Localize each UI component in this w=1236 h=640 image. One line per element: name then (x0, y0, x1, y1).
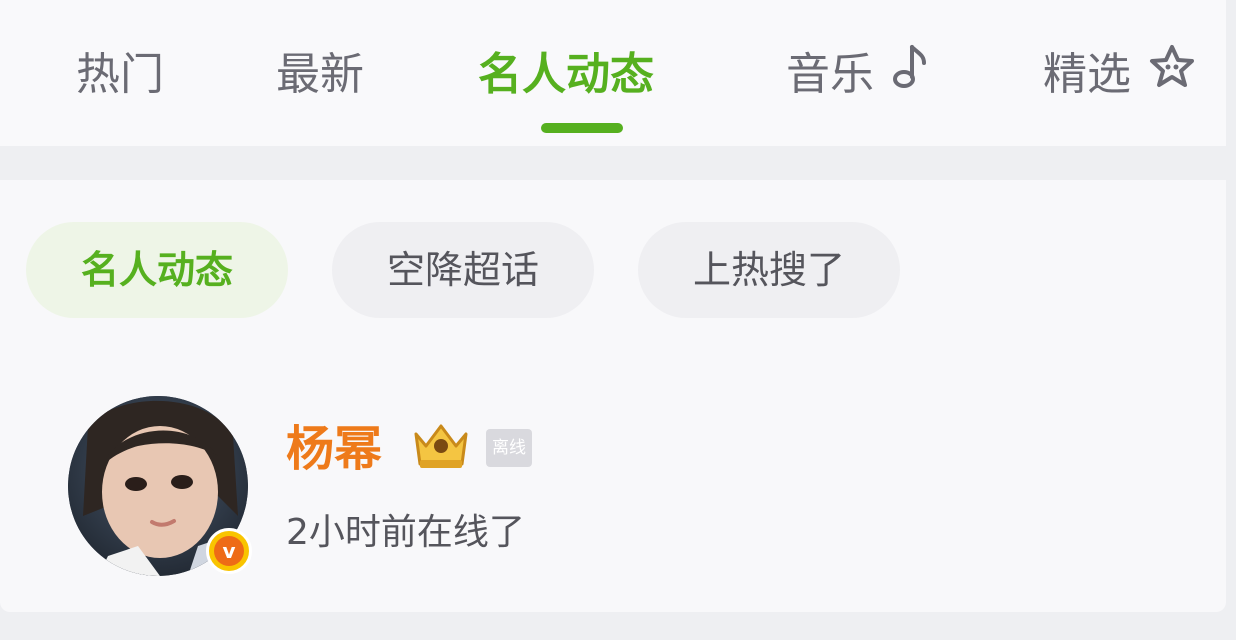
top-tab-bar: 热门 最新 名人动态 音乐 精选 (0, 0, 1226, 146)
verified-v-icon: v (206, 528, 252, 574)
content-card: 名人动态 空降超话 上热搜了 v 杨幂 离线 2小时前在线了 (0, 180, 1226, 612)
tab-music[interactable]: 音乐 (786, 40, 930, 110)
tab-hot-label: 热门 (76, 49, 164, 100)
tab-latest[interactable]: 最新 (276, 40, 364, 110)
chip-trending-topics[interactable]: 空降超话 (332, 222, 594, 318)
tab-celebrity-updates[interactable]: 名人动态 (478, 40, 654, 110)
user-name[interactable]: 杨幂 (286, 420, 382, 478)
chip-hot-search-label: 上热搜了 (692, 248, 845, 292)
verified-badge-letter: v (214, 536, 244, 566)
crown-level-icon (410, 420, 472, 476)
tab-music-label: 音乐 (786, 49, 874, 100)
online-time: 2小时前在线了 (286, 512, 525, 553)
tab-latest-label: 最新 (276, 49, 364, 100)
star-outline-icon (1147, 42, 1197, 112)
music-note-icon (890, 42, 930, 112)
tab-celebrity-updates-label: 名人动态 (478, 49, 654, 100)
active-tab-indicator (541, 123, 623, 133)
tab-hot[interactable]: 热门 (76, 40, 164, 110)
tab-featured-label: 精选 (1043, 49, 1131, 100)
status-tag: 离线 (486, 429, 532, 467)
tab-featured[interactable]: 精选 (1043, 40, 1197, 110)
avatar-container[interactable]: v (68, 396, 252, 578)
chip-celebrity-updates[interactable]: 名人动态 (26, 222, 288, 318)
chip-trending-topics-label: 空降超话 (386, 248, 539, 292)
chip-hot-search[interactable]: 上热搜了 (638, 222, 900, 318)
chip-celebrity-updates-label: 名人动态 (80, 248, 233, 292)
